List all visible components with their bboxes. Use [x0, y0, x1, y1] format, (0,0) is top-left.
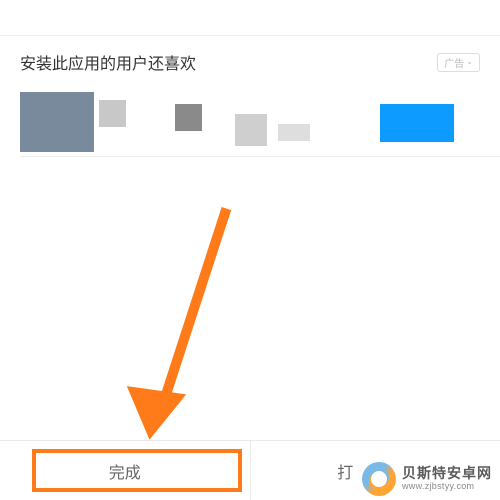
bottom-action-bar: 完成 打 [0, 440, 500, 500]
section-title: 安装此应用的用户还喜欢 [20, 50, 196, 74]
recommended-apps-row [20, 86, 480, 154]
app-thumbnail [20, 92, 94, 152]
done-label: 完成 [109, 459, 141, 483]
done-button[interactable]: 完成 [0, 441, 250, 500]
recommendation-header: 安装此应用的用户还喜欢 广告 ⌄ [0, 36, 500, 86]
ad-label: 广告 [444, 55, 464, 70]
open-button[interactable]: 打 [250, 441, 500, 500]
chevron-down-icon: ⌄ [466, 58, 473, 66]
top-bar [0, 0, 500, 36]
divider [20, 156, 500, 157]
app-thumbnail[interactable] [380, 104, 454, 142]
app-thumbnail[interactable] [278, 124, 310, 141]
app-thumbnail [99, 100, 126, 127]
open-label: 打 [337, 459, 353, 483]
ad-badge[interactable]: 广告 ⌄ [437, 53, 480, 72]
app-thumbnail[interactable] [175, 104, 202, 131]
app-item[interactable] [20, 92, 94, 152]
app-thumbnail[interactable] [235, 114, 267, 146]
